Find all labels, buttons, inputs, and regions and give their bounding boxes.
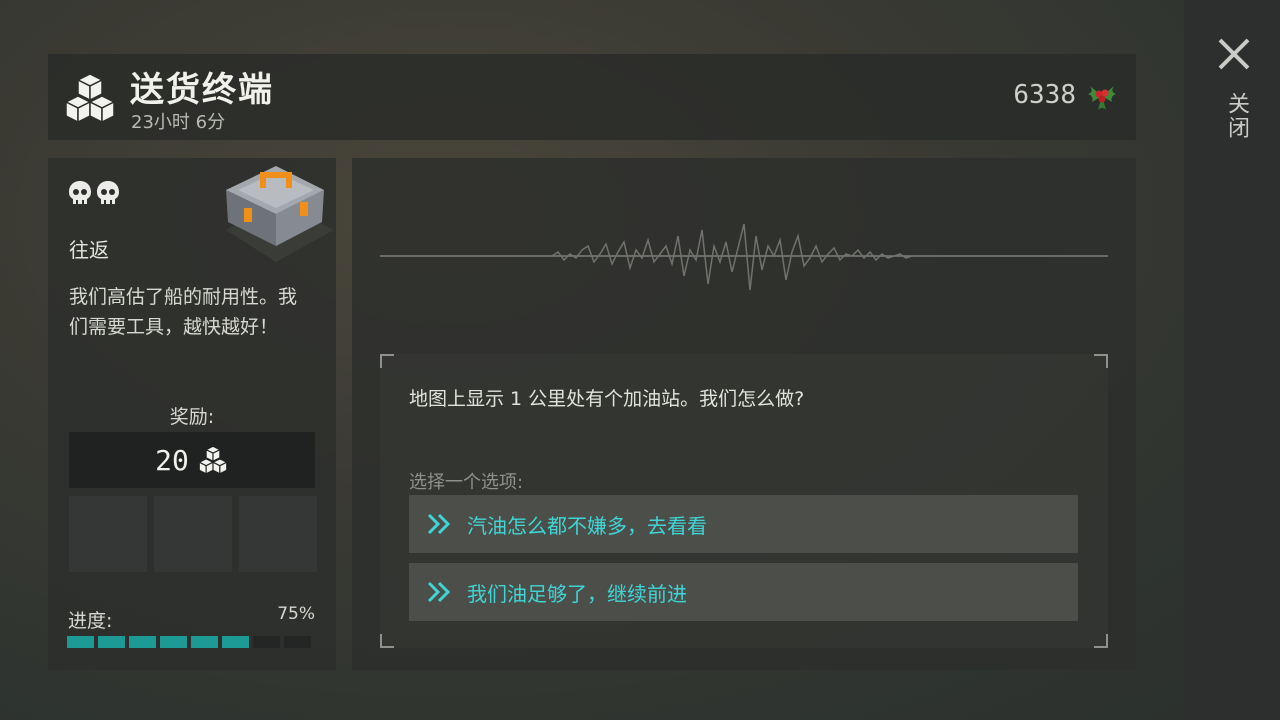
progress-percent: 75%: [277, 604, 315, 624]
progress-segment: [98, 636, 125, 648]
progress-segment: [160, 636, 187, 648]
progress-segment: [191, 636, 218, 648]
reward-slot: [154, 496, 232, 572]
progress-segment: [129, 636, 156, 648]
reward-label: 奖励:: [169, 406, 215, 428]
frame-corner: [380, 634, 394, 648]
close-sidebar[interactable]: 关闭: [1184, 0, 1280, 720]
question-frame: 地图上显示 1 公里处有个加油站。我们怎么做? 选择一个选项: 汽油怎么都不嫌多…: [380, 354, 1108, 648]
currency-amount: 6338: [1013, 80, 1076, 110]
timer-text: 23小时 6分: [131, 112, 226, 133]
frame-corner: [1094, 634, 1108, 648]
reward-amount: 20: [155, 443, 189, 477]
progress-segment: [222, 636, 249, 648]
progress-bar: [67, 636, 311, 648]
option-button-continue[interactable]: 我们油足够了，继续前进: [409, 563, 1078, 621]
option-button-check-gas[interactable]: 汽油怎么都不嫌多，去看看: [409, 495, 1078, 553]
route-type: 往返: [69, 238, 109, 262]
event-question: 地图上显示 1 公里处有个加油站。我们怎么做?: [409, 388, 805, 410]
option-label: 我们油足够了，继续前进: [467, 581, 687, 606]
reward-slot: [239, 496, 317, 572]
close-icon[interactable]: [1214, 34, 1254, 74]
reward-slot: [69, 496, 147, 572]
skull-icon: [97, 181, 119, 204]
toolbox-icon: [226, 166, 334, 262]
radio-waveform: [380, 223, 1108, 291]
progress-label: 进度:: [68, 610, 113, 632]
difficulty-indicator: [68, 180, 120, 208]
header-bar: 送货终端 23小时 6分 6338: [48, 54, 1136, 140]
skull-icon: [69, 181, 91, 204]
progress-segment: [284, 636, 311, 648]
frame-corner: [1094, 354, 1108, 368]
option-label: 汽油怎么都不嫌多，去看看: [467, 513, 707, 538]
frame-corner: [380, 354, 394, 368]
event-panel: 地图上显示 1 公里处有个加油站。我们怎么做? 选择一个选项: 汽油怎么都不嫌多…: [352, 158, 1136, 670]
progress-segment: [253, 636, 280, 648]
boxes-icon: [64, 73, 116, 124]
choose-option-label: 选择一个选项:: [409, 472, 524, 493]
holly-icon: [1088, 86, 1116, 110]
page-title: 送货终端: [130, 70, 274, 110]
mission-panel: 往返 我们高估了船的耐用性。我们需要工具，越快越好！ 奖励: 20 进度: 75…: [48, 158, 336, 670]
double-chevron-icon: [427, 513, 451, 535]
progress-segment: [67, 636, 94, 648]
double-chevron-icon: [427, 581, 451, 603]
close-label[interactable]: 关闭: [1218, 92, 1252, 140]
boxes-icon: [197, 445, 228, 475]
reward-slots: [69, 496, 317, 572]
reward-box: 20: [69, 432, 315, 488]
mission-description: 我们高估了船的耐用性。我们需要工具，越快越好！: [69, 286, 298, 338]
